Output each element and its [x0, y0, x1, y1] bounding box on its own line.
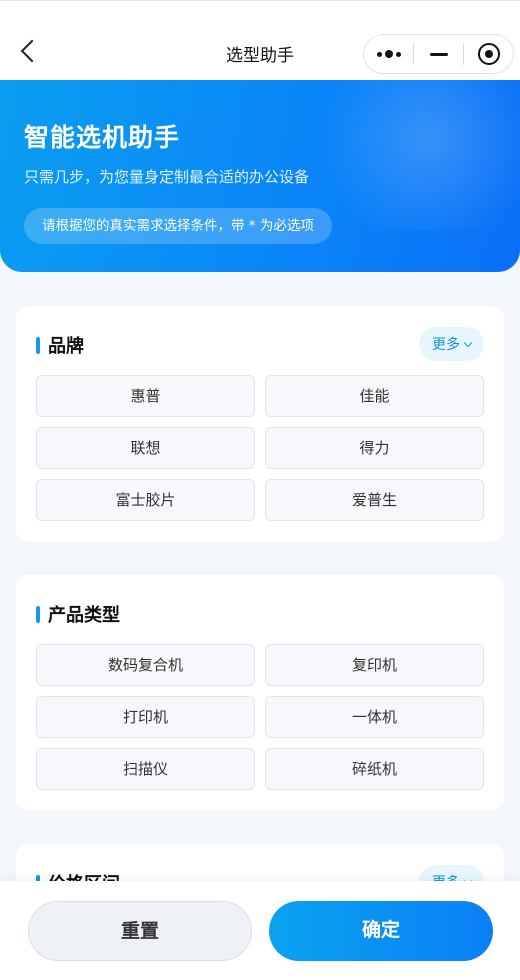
- more-dots-icon: [376, 50, 401, 58]
- bottom-action-bar: 重置 确定: [0, 881, 520, 980]
- chevron-down-icon: [463, 338, 473, 347]
- reset-button[interactable]: 重置: [28, 901, 252, 961]
- product-type-option[interactable]: 碎纸机: [265, 748, 484, 790]
- minimize-button[interactable]: [414, 35, 463, 73]
- product-type-option[interactable]: 扫描仪: [36, 748, 255, 790]
- section-accent-bar: [36, 605, 40, 623]
- brand-option[interactable]: 联想: [36, 427, 255, 469]
- section-title: 品牌: [48, 336, 84, 357]
- brand-more-button[interactable]: 更多: [419, 327, 484, 361]
- hero-tip: 请根据您的真实需求选择条件，带 * 为必选项: [24, 208, 332, 244]
- product-type-option[interactable]: 一体机: [265, 696, 484, 738]
- product-type-options: 数码复合机 复印机 打印机 一体机 扫描仪 碎纸机: [36, 644, 484, 790]
- brand-section: 品牌 更多 惠普 佳能 联想 得力 富士胶片 爱普生: [16, 306, 504, 542]
- close-target-button[interactable]: [464, 35, 513, 73]
- minimize-icon: [429, 52, 448, 56]
- mini-program-capsule: [363, 34, 514, 74]
- section-header: 产品类型: [36, 603, 120, 626]
- product-type-option[interactable]: 打印机: [36, 696, 255, 738]
- more-dots-button[interactable]: [364, 35, 413, 73]
- more-label: 更多: [432, 337, 460, 353]
- brand-option[interactable]: 富士胶片: [36, 479, 255, 521]
- nav-bar: 选型助手: [0, 0, 520, 80]
- brand-options: 惠普 佳能 联想 得力 富士胶片 爱普生: [36, 375, 484, 521]
- brand-option[interactable]: 得力: [265, 427, 484, 469]
- section-accent-bar: [36, 336, 40, 354]
- product-type-option[interactable]: 数码复合机: [36, 644, 255, 686]
- target-icon: [477, 43, 500, 65]
- brand-option[interactable]: 惠普: [36, 375, 255, 417]
- section-header: 品牌: [36, 334, 84, 357]
- brand-option[interactable]: 爱普生: [265, 479, 484, 521]
- section-title: 产品类型: [48, 605, 120, 626]
- hero-subtitle: 只需几步，为您量身定制最合适的办公设备: [24, 168, 310, 186]
- brand-option[interactable]: 佳能: [265, 375, 484, 417]
- hero-title: 智能选机助手: [24, 123, 181, 152]
- product-type-section: 产品类型 数码复合机 复印机 打印机 一体机 扫描仪 碎纸机: [16, 575, 504, 810]
- confirm-button[interactable]: 确定: [269, 901, 493, 961]
- product-type-option[interactable]: 复印机: [265, 644, 484, 686]
- hero-banner: 智能选机助手 只需几步，为您量身定制最合适的办公设备 请根据您的真实需求选择条件…: [0, 80, 520, 272]
